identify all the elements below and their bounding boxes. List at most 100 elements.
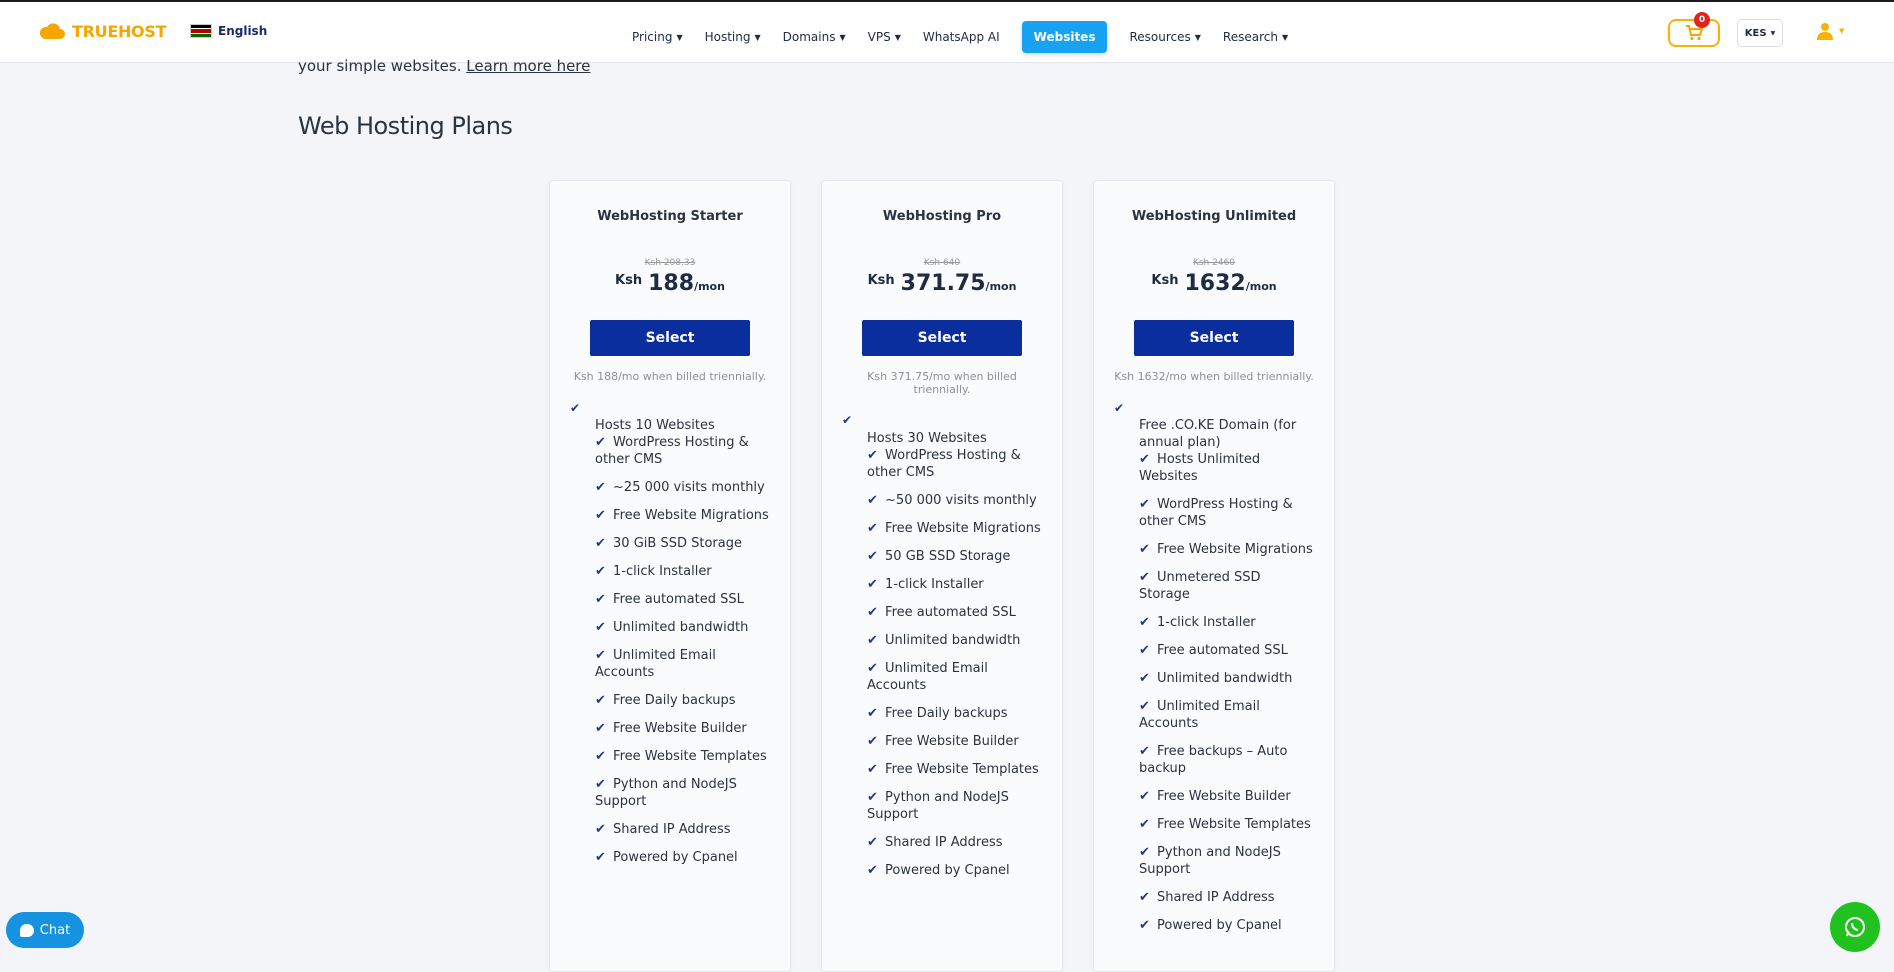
price-currency: Ksh xyxy=(867,273,895,288)
check-icon: ✔ xyxy=(867,521,878,536)
feature-item: Free .CO.KE Domain (for annual plan) xyxy=(1139,418,1297,450)
check-icon: ✔ xyxy=(1139,817,1150,832)
chevron-down-icon: ▼ xyxy=(1194,32,1201,42)
check-icon: ✔ xyxy=(1139,570,1150,585)
nav-pricing[interactable]: Pricing ▼ xyxy=(632,30,683,44)
nav-domains[interactable]: Domains ▼ xyxy=(783,30,846,44)
section-title: Web Hosting Plans xyxy=(298,112,513,140)
feature-item: ✔ Free Website Templates xyxy=(867,762,1039,777)
check-icon: ✔ xyxy=(867,577,878,592)
whatsapp-button[interactable] xyxy=(1830,902,1880,952)
nav-whatsapp-ai-label: WhatsApp AI xyxy=(922,30,1000,44)
feature-item: ✔ ~50 000 visits monthly xyxy=(867,493,1037,508)
price-period: /mon xyxy=(694,280,725,293)
intro-text: your simple websites. Learn more here xyxy=(298,57,590,75)
user-menu[interactable]: ▼ xyxy=(1817,22,1844,40)
chevron-down-icon: ▼ xyxy=(1770,29,1776,37)
check-icon: ✔ xyxy=(867,835,878,850)
feature-item: ✔ Powered by Cpanel xyxy=(867,863,1010,878)
check-icon: ✔ xyxy=(867,493,878,508)
plan-name: WebHosting Unlimited xyxy=(1131,209,1297,224)
check-icon: ✔ xyxy=(595,693,606,708)
check-icon: ✔ xyxy=(867,734,878,749)
select-plan-button[interactable]: Select xyxy=(590,320,750,356)
billing-note: Ksh 188/mo when billed triennially. xyxy=(573,370,767,383)
main-navigation: Pricing ▼ Hosting ▼ Domains ▼ VPS ▼ What… xyxy=(632,21,1310,53)
feature-item: ✔ Unlimited Email Accounts xyxy=(867,661,988,693)
language-selector[interactable]: English xyxy=(190,24,267,38)
cart-button[interactable]: 0 xyxy=(1668,12,1720,47)
check-icon: ✔ xyxy=(595,480,606,495)
feature-item: ✔ Unlimited bandwidth xyxy=(867,633,1021,648)
intro-text-body: your simple websites. xyxy=(298,57,467,75)
billing-note: Ksh 1632/mo when billed triennially. xyxy=(1114,370,1314,383)
chevron-down-icon: ▼ xyxy=(839,32,846,42)
check-icon: ✔ xyxy=(595,850,606,865)
feature-item: Hosts 10 Websites xyxy=(595,418,715,433)
feature-item: ✔ Free automated SSL xyxy=(595,592,744,607)
feature-item: ✔ Python and NodeJS Support xyxy=(867,790,1009,822)
plan-name: WebHosting Pro xyxy=(882,209,1002,224)
check-icon: ✔ xyxy=(867,762,878,777)
feature-item: ✔ Unlimited Email Accounts xyxy=(595,648,716,680)
check-icon: ✔ xyxy=(595,777,606,792)
plan-old-price: Ksh 640 xyxy=(923,258,961,268)
plan-card-unlimited: WebHosting Unlimited Ksh 2460 Ksh 1632 /… xyxy=(1093,180,1335,972)
billing-note: Ksh 371.75/mo when billed triennially. xyxy=(867,370,1017,396)
feature-item: ✔ Free Website Builder xyxy=(1139,789,1291,804)
check-icon: ✔ xyxy=(1139,542,1150,557)
brand-logo[interactable]: TRUEHOST xyxy=(38,21,166,41)
feature-item: ✔ Python and NodeJS Support xyxy=(595,777,737,809)
feature-item: ✔ Free automated SSL xyxy=(867,605,1016,620)
nav-domains-label: Domains xyxy=(782,30,836,44)
feature-item: ✔ Free Website Templates xyxy=(1139,817,1311,832)
nav-hosting[interactable]: Hosting ▼ xyxy=(705,30,761,44)
nav-resources[interactable]: Resources ▼ xyxy=(1129,30,1200,44)
feature-item: ✔ WordPress Hosting & other CMS xyxy=(1139,497,1293,529)
plan-price: Ksh 1632 /mon xyxy=(1094,271,1334,296)
currency-selector[interactable]: KES ▼ xyxy=(1737,19,1783,47)
nav-research[interactable]: Research ▼ xyxy=(1223,30,1288,44)
check-icon: ✔ xyxy=(867,605,878,620)
check-icon: ✔ xyxy=(595,721,606,736)
nav-resources-label: Resources xyxy=(1129,30,1191,44)
feature-list: Hosts 10 Websites ✔ WordPress Hosting & … xyxy=(595,417,770,866)
select-plan-button[interactable]: Select xyxy=(862,320,1022,356)
nav-research-label: Research xyxy=(1222,30,1278,44)
chevron-down-icon: ▼ xyxy=(1839,27,1845,35)
feature-item: ✔ Hosts Unlimited Websites xyxy=(1139,452,1261,484)
check-icon: ✔ xyxy=(1139,890,1150,905)
nav-websites[interactable]: Websites xyxy=(1021,21,1108,53)
price-amount: 188 xyxy=(648,271,695,296)
feature-item: ✔ Free Daily backups xyxy=(867,706,1008,721)
nav-vps-label: VPS xyxy=(867,30,891,44)
feature-item: ✔ Unmetered SSD Storage xyxy=(1139,570,1261,602)
feature-item: ✔ 1-click Installer xyxy=(1139,615,1256,630)
feature-item: ✔ Free Website Templates xyxy=(595,749,767,764)
feature-item: ✔ Free Website Migrations xyxy=(595,508,769,523)
chevron-down-icon: ▼ xyxy=(754,32,761,42)
feature-item: ✔ Free backups – Auto backup xyxy=(1139,744,1288,776)
whatsapp-icon xyxy=(1845,917,1865,937)
plan-old-price: Ksh 208.33 xyxy=(644,258,696,268)
select-plan-button[interactable]: Select xyxy=(1134,320,1294,356)
check-icon: ✔ xyxy=(595,435,606,450)
brand-name: TRUEHOST xyxy=(72,21,167,41)
feature-item: ✔ 1-click Installer xyxy=(867,577,984,592)
feature-item: ✔ 1-click Installer xyxy=(595,564,712,579)
nav-vps[interactable]: VPS ▼ xyxy=(868,30,901,44)
feature-item: ✔ Shared IP Address xyxy=(595,822,731,837)
chevron-down-icon: ▼ xyxy=(894,32,901,42)
check-icon: ✔ xyxy=(867,706,878,721)
plan-price: Ksh 371.75 /mon xyxy=(822,271,1062,296)
chat-button[interactable]: Chat xyxy=(6,912,84,948)
check-icon: ✔ xyxy=(1139,643,1150,658)
chevron-down-icon: ▼ xyxy=(1281,32,1289,42)
feature-item: ✔ Free Daily backups xyxy=(595,693,736,708)
cart-count-badge: 0 xyxy=(1694,12,1710,28)
feature-item: ✔ ~25 000 visits monthly xyxy=(595,480,765,495)
feature-item: ✔ Free Website Migrations xyxy=(1139,542,1313,557)
check-icon: ✔ xyxy=(867,790,878,805)
learn-more-link[interactable]: Learn more here xyxy=(466,57,590,75)
nav-whatsapp-ai[interactable]: WhatsApp AI xyxy=(923,30,1000,44)
